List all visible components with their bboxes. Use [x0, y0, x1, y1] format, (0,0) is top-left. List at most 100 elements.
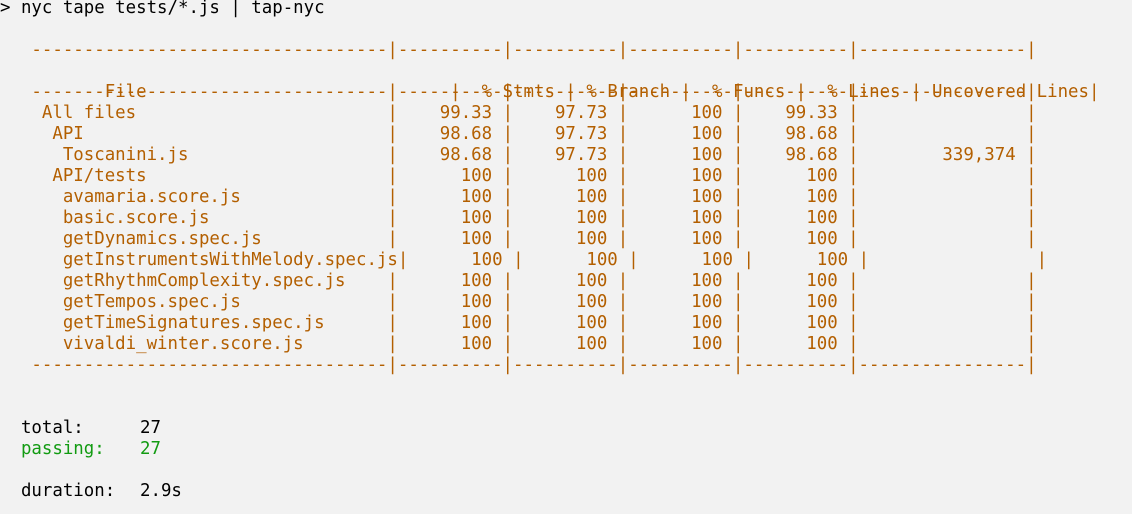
row-funcs: 100: [628, 103, 733, 123]
col-divider: |: [732, 187, 744, 207]
row-branch: 100: [513, 208, 618, 228]
col-divider: |: [502, 187, 514, 207]
row-branch: 100: [513, 187, 618, 207]
col-divider: |: [848, 145, 859, 165]
col-divider: |: [387, 208, 398, 228]
row-file: getRhythmComplexity.spec.js: [31, 271, 388, 291]
row-branch: 97.73: [513, 103, 618, 123]
row-stmts: 100: [397, 313, 503, 333]
summary-passing: passing: 27: [0, 439, 1132, 460]
row-uncovered: [859, 166, 1027, 186]
col-divider: |: [743, 250, 754, 270]
command-line: > nyc tape tests/*.js | tap-nyc: [0, 0, 325, 18]
row-lines: 100: [743, 229, 849, 249]
row-uncovered: [869, 250, 1037, 270]
table-header: File | % Stmts | % Branch | % Funcs | % …: [94, 82, 1100, 102]
col-divider: |: [617, 229, 629, 249]
row-file: getDynamics.spec.js: [31, 229, 388, 249]
col-divider: |: [1036, 250, 1048, 270]
col-divider: |: [617, 145, 629, 165]
row-file: All files: [31, 103, 388, 123]
row-indent: [0, 187, 31, 207]
col-divider: |: [858, 250, 870, 270]
row-lines: 100: [753, 250, 859, 270]
col-divider: |: [387, 229, 398, 249]
row-indent: [0, 313, 31, 333]
row-funcs: 100: [638, 250, 744, 270]
row-branch: 100: [513, 166, 618, 186]
row-funcs: 100: [628, 229, 733, 249]
row-funcs: 100: [628, 313, 733, 333]
col-divider: |: [397, 250, 409, 270]
row-stmts: 100: [397, 271, 503, 291]
passing-label: passing:: [0, 439, 105, 459]
col-divider: |: [387, 145, 398, 165]
col-divider: |: [617, 292, 629, 312]
row-lines: 100: [743, 271, 849, 291]
col-divider: |: [732, 229, 744, 249]
col-divider: |: [848, 187, 859, 207]
col-divider: |: [513, 250, 524, 270]
table-row: avamaria.score.js | 100 | 100 | 100 | 10…: [0, 187, 1132, 208]
col-divider: |: [848, 229, 859, 249]
col-divider: |: [732, 334, 744, 354]
row-funcs: 100: [628, 187, 733, 207]
row-file: getTimeSignatures.spec.js: [31, 313, 388, 333]
col-divider: |: [732, 313, 744, 333]
col-divider: |: [1026, 229, 1037, 249]
col-divider: |: [502, 292, 514, 312]
summary-duration: duration: 2.9s: [0, 481, 1132, 502]
col-divider: |: [502, 124, 514, 144]
col-divider: |: [617, 166, 629, 186]
col-divider: |: [1026, 103, 1037, 123]
row-uncovered: [859, 334, 1027, 354]
col-divider: |: [848, 124, 859, 144]
row-funcs: 100: [628, 208, 733, 228]
row-lines: 100: [743, 334, 849, 354]
col-divider: |: [617, 313, 629, 333]
summary-total: total: 27: [0, 418, 1132, 439]
row-branch: 100: [513, 292, 618, 312]
terminal-output: > nyc tape tests/*.js | tap-nyc --------…: [0, 0, 1132, 502]
passing-value: 27: [140, 439, 161, 459]
col-divider: |: [628, 250, 639, 270]
row-funcs: 100: [628, 271, 733, 291]
table-row: API/tests | 100 | 100 | 100 | 100 | |: [0, 166, 1132, 187]
col-divider: |: [387, 166, 398, 186]
row-uncovered: [859, 313, 1027, 333]
col-divider: |: [1026, 208, 1037, 228]
table-row: getRhythmComplexity.spec.js | 100 | 100 …: [0, 271, 1132, 292]
table-row: getTimeSignatures.spec.js | 100 | 100 | …: [0, 313, 1132, 334]
table-separator-top: ----------------------------------|-----…: [0, 40, 1037, 60]
row-uncovered: [859, 271, 1027, 291]
row-funcs: 100: [628, 124, 733, 144]
row-lines: 98.68: [743, 145, 849, 165]
col-divider: |: [502, 334, 514, 354]
col-divider: |: [732, 145, 744, 165]
col-divider: |: [1026, 145, 1037, 165]
row-file: vivaldi_winter.score.js: [31, 334, 388, 354]
col-divider: |: [1026, 187, 1037, 207]
col-divider: |: [732, 124, 744, 144]
col-divider: |: [387, 334, 398, 354]
row-file: getTempos.spec.js: [31, 292, 388, 312]
table-separator-header: ----------------------------------|-----…: [0, 82, 1037, 102]
row-indent: [0, 145, 31, 165]
col-divider: |: [387, 124, 398, 144]
row-lines: 100: [743, 187, 849, 207]
duration-label: duration:: [0, 481, 116, 501]
row-uncovered: [859, 124, 1027, 144]
col-divider: |: [617, 103, 629, 123]
row-stmts: 100: [397, 187, 503, 207]
duration-value: 2.9s: [140, 481, 182, 501]
row-indent: [0, 166, 31, 186]
row-indent: [0, 292, 31, 312]
col-divider: |: [502, 229, 514, 249]
col-divider: |: [1026, 334, 1037, 354]
row-indent: [0, 208, 31, 228]
col-divider: |: [1026, 124, 1037, 144]
row-stmts: 100: [397, 334, 503, 354]
col-divider: |: [1026, 292, 1037, 312]
col-divider: |: [732, 208, 744, 228]
